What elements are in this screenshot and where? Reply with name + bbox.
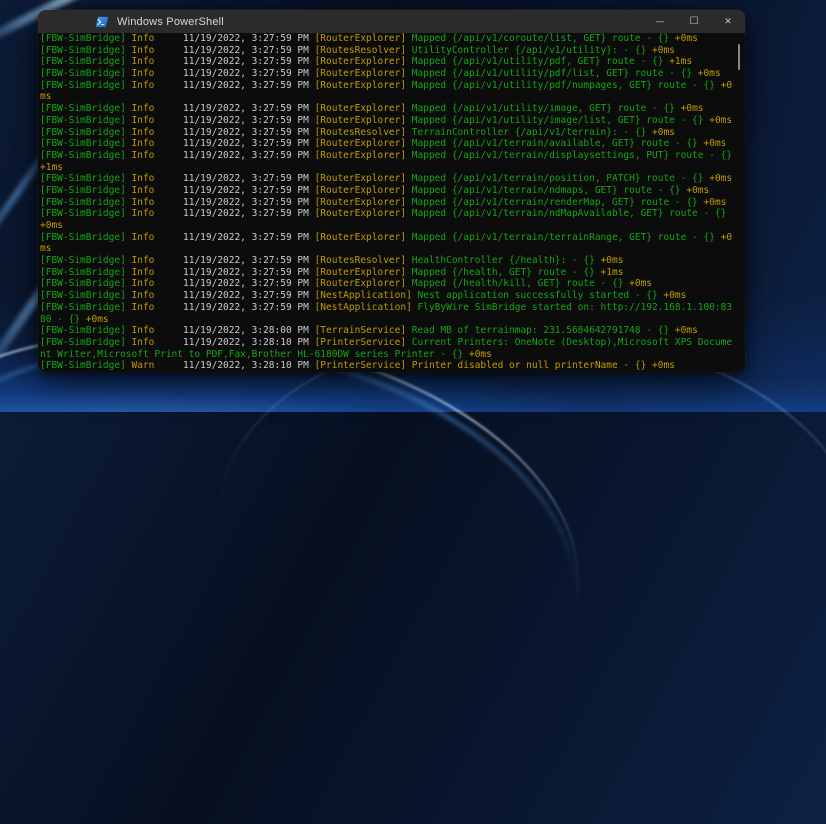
- log-line: nt Writer,Microsoft Print to PDF,Fax,Bro…: [40, 349, 745, 361]
- log-line: [FBW-SimBridge] Info 11/19/2022, 3:27:59…: [40, 255, 745, 267]
- wallpaper-ribbon: [0, 295, 610, 824]
- log-line: [FBW-SimBridge] Info 11/19/2022, 3:27:59…: [40, 33, 745, 45]
- log-line: +1ms: [40, 162, 745, 174]
- log-line: ms: [40, 243, 745, 255]
- log-line: [FBW-SimBridge] Info 11/19/2022, 3:27:59…: [40, 68, 745, 80]
- log-line: [FBW-SimBridge] Info 11/19/2022, 3:27:59…: [40, 56, 745, 68]
- powershell-icon: [95, 15, 109, 29]
- log-line: [FBW-SimBridge] Info 11/19/2022, 3:27:59…: [40, 115, 745, 127]
- log-line: [FBW-SimBridge] Info 11/19/2022, 3:28:10…: [40, 337, 745, 349]
- log-line: [FBW-SimBridge] Info 11/19/2022, 3:27:59…: [40, 45, 745, 57]
- log-line: [FBW-SimBridge] Info 11/19/2022, 3:27:59…: [40, 173, 745, 185]
- log-line: [FBW-SimBridge] Info 11/19/2022, 3:27:59…: [40, 290, 745, 302]
- log-line: [FBW-SimBridge] Info 11/19/2022, 3:27:59…: [40, 185, 745, 197]
- log-line: [FBW-SimBridge] Info 11/19/2022, 3:27:59…: [40, 150, 745, 162]
- powershell-window: Windows PowerShell — ☐ ✕ [FBW-SimBridge]…: [38, 10, 745, 372]
- log-line: ms: [40, 91, 745, 103]
- close-button[interactable]: ✕: [711, 10, 745, 33]
- log-line: [FBW-SimBridge] Warn 11/19/2022, 3:28:10…: [40, 360, 745, 372]
- log-line: [FBW-SimBridge] Info 11/19/2022, 3:27:59…: [40, 103, 745, 115]
- log-line: [FBW-SimBridge] Info 11/19/2022, 3:27:59…: [40, 278, 745, 290]
- window-titlebar[interactable]: Windows PowerShell — ☐ ✕: [38, 10, 745, 33]
- maximize-button[interactable]: ☐: [677, 10, 711, 33]
- log-line: [FBW-SimBridge] Info 11/19/2022, 3:27:59…: [40, 208, 745, 220]
- log-line: [FBW-SimBridge] Info 11/19/2022, 3:27:59…: [40, 197, 745, 209]
- log-line: [FBW-SimBridge] Info 11/19/2022, 3:27:59…: [40, 127, 745, 139]
- log-line: [FBW-SimBridge] Info 11/19/2022, 3:27:59…: [40, 302, 745, 314]
- log-line: 80 - {} +0ms: [40, 314, 745, 326]
- log-line: [FBW-SimBridge] Info 11/19/2022, 3:27:59…: [40, 232, 745, 244]
- log-line: [FBW-SimBridge] Info 11/19/2022, 3:28:00…: [40, 325, 745, 337]
- terminal-output[interactable]: [FBW-SimBridge] Info 11/19/2022, 3:27:59…: [38, 33, 745, 372]
- log-line: [FBW-SimBridge] Info 11/19/2022, 3:27:59…: [40, 267, 745, 279]
- scrollbar-thumb[interactable]: [738, 44, 740, 70]
- window-title: Windows PowerShell: [117, 16, 224, 28]
- log-line: +0ms: [40, 220, 745, 232]
- wallpaper-ribbon: [207, 308, 826, 744]
- log-line: [FBW-SimBridge] Info 11/19/2022, 3:27:59…: [40, 80, 745, 92]
- log-line: [FBW-SimBridge] Info 11/19/2022, 3:27:59…: [40, 138, 745, 150]
- minimize-button[interactable]: —: [643, 10, 677, 33]
